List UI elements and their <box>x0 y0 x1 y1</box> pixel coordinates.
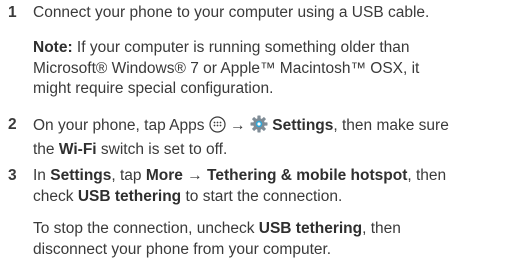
settings-label: Settings <box>272 117 334 134</box>
settings-label: Settings <box>50 167 112 184</box>
step-3-line-1: In Settings, tap More → Tethering & mobi… <box>33 167 447 184</box>
step-number: 2 <box>8 116 17 133</box>
apps-icon <box>209 116 226 140</box>
instructions-document: 1 Connect your phone to your computer us… <box>0 0 515 272</box>
settings-gear-icon <box>250 115 268 140</box>
note-line-1: Note: If your computer is running someth… <box>33 39 410 56</box>
more-label: More <box>145 167 183 184</box>
tethering-label: Tethering & mobile hotspot <box>207 167 408 184</box>
step-3-line-2: check USB tethering to start the connect… <box>33 187 343 205</box>
step-number: 3 <box>8 167 17 184</box>
usb-tethering-label: USB tethering <box>77 187 182 205</box>
note-line-3: might require special configuration. <box>33 80 274 97</box>
note-label: Note: <box>33 39 73 56</box>
note-line-2: Microsoft® Windows® 7 or Apple™ Macintos… <box>33 59 420 77</box>
step-1-text: Connect your phone to your computer usin… <box>33 4 430 21</box>
step-2-line-1: On your phone, tap Apps → Settings, then… <box>33 115 509 140</box>
stop-line-2: disconnect your phone from your computer… <box>33 240 332 258</box>
step-number: 1 <box>8 4 17 21</box>
usb-tethering-label: USB tethering <box>258 220 363 237</box>
wifi-label: Wi-Fi <box>58 140 97 158</box>
step-2-line-2: the Wi-Fi switch is set to off. <box>33 140 228 158</box>
stop-line-1: To stop the connection, uncheck USB teth… <box>33 220 401 237</box>
